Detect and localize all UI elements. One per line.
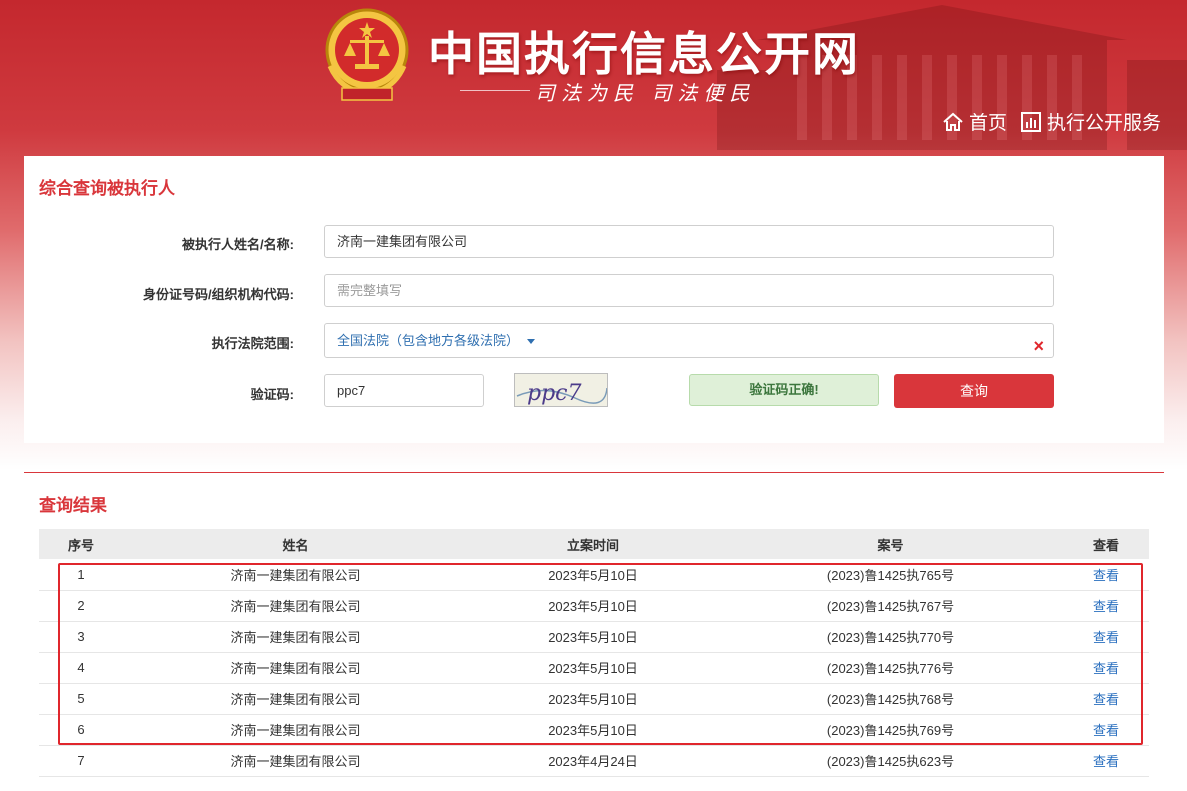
view-link[interactable]: 查看 bbox=[1093, 568, 1119, 583]
column-header-case-no: 案号 bbox=[718, 529, 1063, 559]
row-no: 6 bbox=[39, 714, 123, 746]
column-header-view: 查看 bbox=[1063, 529, 1149, 559]
table-row: 3 济南一建集团有限公司 2023年5月10日 (2023)鲁1425执770号… bbox=[39, 621, 1149, 653]
row-no: 3 bbox=[39, 621, 123, 653]
captcha-input[interactable]: ppc7 bbox=[324, 374, 484, 407]
view-link[interactable]: 查看 bbox=[1093, 692, 1119, 707]
row-date: 2023年5月10日 bbox=[468, 652, 718, 684]
row-name: 济南一建集团有限公司 bbox=[123, 621, 468, 653]
table-row: 6 济南一建集团有限公司 2023年5月10日 (2023)鲁1425执769号… bbox=[39, 714, 1149, 746]
view-link[interactable]: 查看 bbox=[1093, 599, 1119, 614]
row-no: 1 bbox=[39, 559, 123, 591]
row-date: 2023年5月10日 bbox=[468, 621, 718, 653]
view-link[interactable]: 查看 bbox=[1093, 630, 1119, 645]
column-header-date: 立案时间 bbox=[468, 529, 718, 559]
site-title: 中国执行信息公开网 bbox=[428, 27, 860, 81]
row-no: 5 bbox=[39, 683, 123, 715]
view-link[interactable]: 查看 bbox=[1093, 754, 1119, 769]
bar-chart-icon bbox=[1021, 111, 1041, 132]
court-range-label: 执行法院范围: bbox=[211, 336, 294, 351]
results-title: 查询结果 bbox=[39, 496, 107, 515]
row-date: 2023年4月24日 bbox=[468, 745, 718, 777]
column-header-no: 序号 bbox=[39, 529, 123, 559]
home-icon bbox=[943, 112, 963, 131]
row-case-no: (2023)鲁1425执776号 bbox=[718, 652, 1063, 684]
row-date: 2023年5月10日 bbox=[468, 714, 718, 746]
captcha-status: 验证码正确! bbox=[689, 374, 879, 406]
clear-icon[interactable]: × bbox=[1033, 330, 1044, 363]
chevron-down-icon bbox=[527, 339, 536, 345]
row-case-no: (2023)鲁1425执765号 bbox=[718, 559, 1063, 591]
nav-service-label: 执行公开服务 bbox=[1047, 113, 1162, 134]
row-date: 2023年5月10日 bbox=[468, 559, 718, 591]
row-date: 2023年5月10日 bbox=[468, 590, 718, 622]
table-row: 2 济南一建集团有限公司 2023年5月10日 (2023)鲁1425执767号… bbox=[39, 590, 1149, 622]
column-header-name: 姓名 bbox=[123, 529, 468, 559]
row-name: 济南一建集团有限公司 bbox=[123, 745, 468, 777]
view-link[interactable]: 查看 bbox=[1093, 723, 1119, 738]
id-input[interactable]: 需完整填写 bbox=[324, 274, 1054, 307]
row-name: 济南一建集团有限公司 bbox=[123, 652, 468, 684]
captcha-text: ppc7 bbox=[527, 381, 581, 406]
row-case-no: (2023)鲁1425执770号 bbox=[718, 621, 1063, 653]
table-row: 5 济南一建集团有限公司 2023年5月10日 (2023)鲁1425执768号… bbox=[39, 683, 1149, 715]
name-input[interactable]: 济南一建集团有限公司 bbox=[324, 225, 1054, 258]
row-case-no: (2023)鲁1425执769号 bbox=[718, 714, 1063, 746]
id-label: 身份证号码/组织机构代码: bbox=[143, 287, 294, 302]
row-case-no: (2023)鲁1425执767号 bbox=[718, 590, 1063, 622]
table-row: 7 济南一建集团有限公司 2023年4月24日 (2023)鲁1425执623号… bbox=[39, 745, 1149, 777]
row-name: 济南一建集团有限公司 bbox=[123, 714, 468, 746]
row-name: 济南一建集团有限公司 bbox=[123, 683, 468, 715]
query-panel-title: 综合查询被执行人 bbox=[39, 179, 175, 198]
row-date: 2023年5月10日 bbox=[468, 683, 718, 715]
table-row: 1 济南一建集团有限公司 2023年5月10日 (2023)鲁1425执765号… bbox=[39, 559, 1149, 591]
court-range-value: 全国法院（包含地方各级法院） bbox=[337, 333, 520, 348]
row-name: 济南一建集团有限公司 bbox=[123, 590, 468, 622]
row-no: 4 bbox=[39, 652, 123, 684]
row-name: 济南一建集团有限公司 bbox=[123, 559, 468, 591]
name-label: 被执行人姓名/名称: bbox=[182, 237, 294, 252]
court-range-select[interactable]: 全国法院（包含地方各级法院） × bbox=[324, 323, 1054, 358]
table-header-row: 序号 姓名 立案时间 案号 查看 bbox=[39, 529, 1149, 559]
nav-service-link[interactable]: 执行公开服务 bbox=[1020, 108, 1161, 135]
query-button[interactable]: 查询 bbox=[894, 374, 1054, 408]
captcha-image[interactable]: ppc7 bbox=[514, 373, 608, 407]
results-divider bbox=[24, 472, 1164, 473]
row-case-no: (2023)鲁1425执623号 bbox=[718, 745, 1063, 777]
nav-home-link[interactable]: 首页 bbox=[942, 108, 1007, 135]
row-case-no: (2023)鲁1425执768号 bbox=[718, 683, 1063, 715]
row-no: 7 bbox=[39, 745, 123, 777]
view-link[interactable]: 查看 bbox=[1093, 661, 1119, 676]
table-row: 4 济南一建集团有限公司 2023年5月10日 (2023)鲁1425执776号… bbox=[39, 652, 1149, 684]
site-slogan: 司法为民 司法便民 bbox=[460, 77, 820, 105]
row-no: 2 bbox=[39, 590, 123, 622]
slogan-text: 司法为民 司法便民 bbox=[535, 81, 756, 105]
captcha-label: 验证码: bbox=[250, 387, 294, 402]
court-emblem-logo bbox=[325, 8, 409, 101]
nav-home-label: 首页 bbox=[969, 113, 1008, 134]
results-table: 序号 姓名 立案时间 案号 查看 1 济南一建集团有限公司 2023年5月10日… bbox=[39, 529, 1149, 777]
